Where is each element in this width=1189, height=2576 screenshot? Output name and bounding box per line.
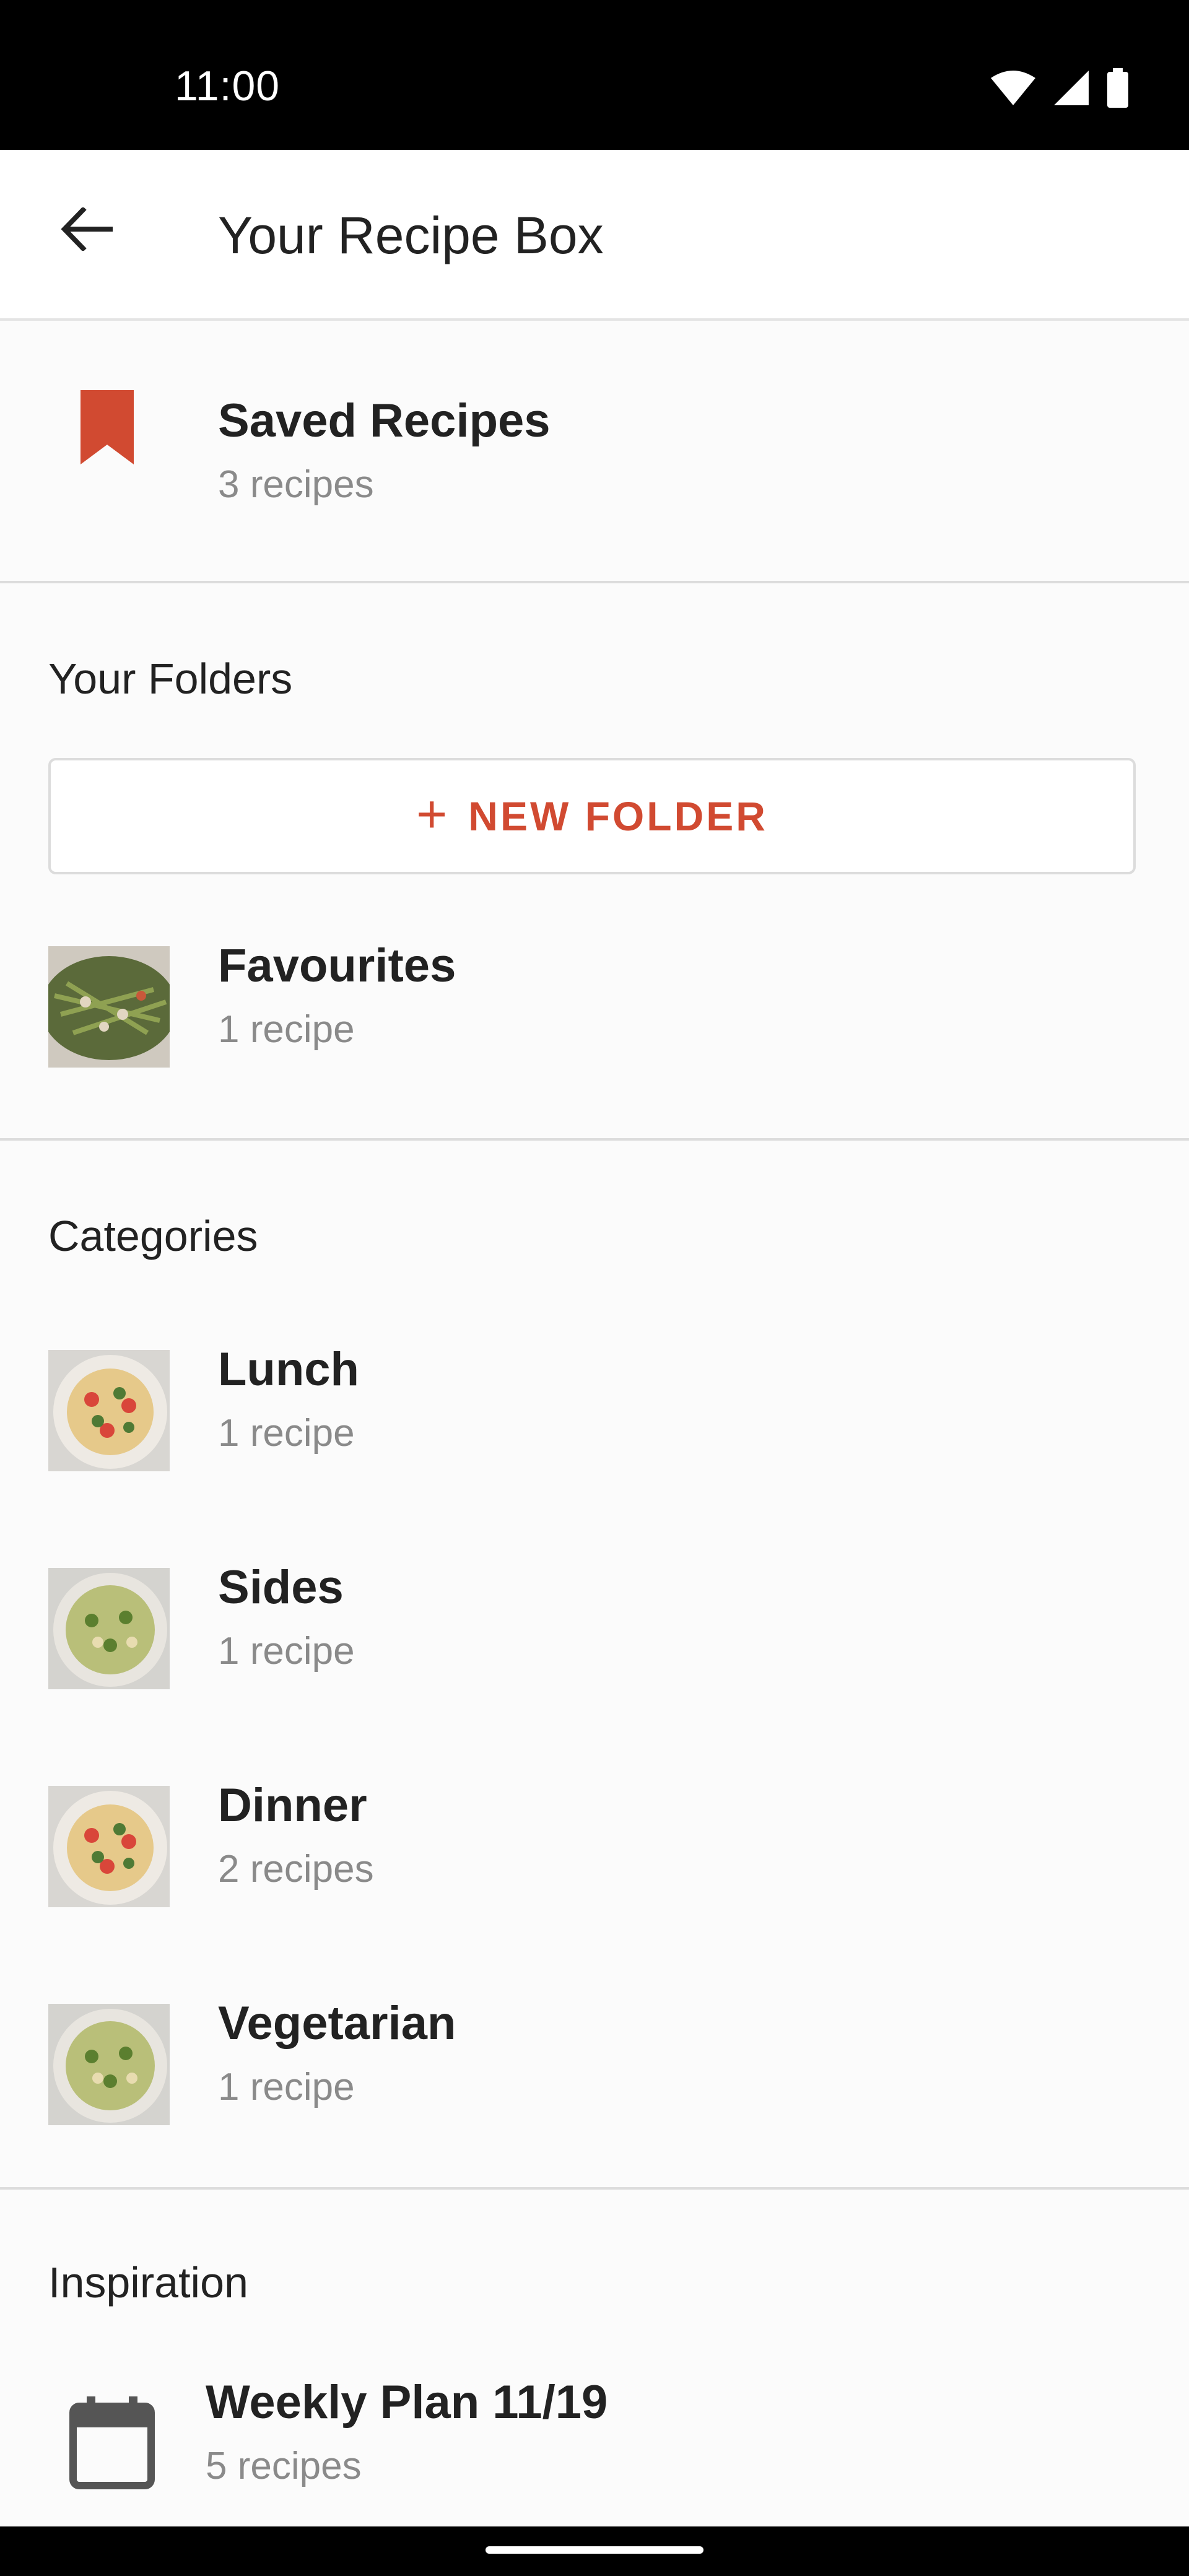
navigation-bar	[0, 2526, 1189, 2576]
recipe-thumbnail	[48, 1350, 170, 1471]
inspiration-item-weekly-plan[interactable]: Weekly Plan 11/19 5 recipes	[0, 2375, 1189, 2526]
bookmark-icon	[81, 390, 134, 468]
category-item-lunch[interactable]: Lunch 1 recipe	[0, 1338, 1189, 1499]
plus-icon: +	[416, 785, 450, 844]
category-count: 1 recipe	[218, 2066, 355, 2108]
categories-section: Categories Lunch 1 recipe Sides 1 recipe…	[0, 1141, 1189, 2190]
wifi-icon	[990, 69, 1037, 110]
category-count: 2 recipes	[218, 1848, 374, 1891]
app-bar: Your Recipe Box	[0, 150, 1189, 321]
category-item-dinner[interactable]: Dinner 2 recipes	[0, 1773, 1189, 1934]
saved-recipes-count: 3 recipes	[218, 463, 374, 506]
new-folder-button[interactable]: + NEW FOLDER	[48, 758, 1136, 874]
back-button[interactable]	[50, 193, 124, 268]
category-item-sides[interactable]: Sides 1 recipe	[0, 1556, 1189, 1717]
inspiration-heading: Inspiration	[48, 2258, 248, 2307]
new-folder-label: NEW FOLDER	[468, 793, 768, 839]
folder-item-favourites[interactable]: Favourites 1 recipe	[0, 934, 1189, 1095]
category-item-vegetarian[interactable]: Vegetarian 1 recipe	[0, 1991, 1189, 2152]
category-title: Vegetarian	[218, 1997, 456, 2050]
signal-icon	[1053, 69, 1090, 110]
category-count: 1 recipe	[218, 1630, 355, 1673]
status-bar: 11:00	[0, 0, 1189, 150]
category-count: 1 recipe	[218, 1412, 355, 1455]
category-title: Sides	[218, 1561, 344, 1614]
arrow-left-icon	[61, 206, 113, 254]
inspiration-count: 5 recipes	[206, 2445, 362, 2487]
saved-recipes-title: Saved Recipes	[218, 394, 551, 447]
recipe-thumbnail	[48, 946, 170, 1068]
inspiration-title: Weekly Plan 11/19	[206, 2376, 608, 2429]
status-icons	[990, 68, 1130, 111]
status-time: 11:00	[175, 63, 281, 110]
category-title: Lunch	[218, 1343, 359, 1396]
folder-title: Favourites	[218, 939, 456, 992]
calendar-icon	[69, 2396, 155, 2492]
recipe-thumbnail	[48, 1568, 170, 1689]
category-title: Dinner	[218, 1779, 367, 1832]
battery-icon	[1106, 68, 1130, 111]
inspiration-section: Inspiration Weekly Plan 11/19 5 recipes	[0, 2190, 1189, 2526]
recipe-thumbnail	[48, 2004, 170, 2125]
page-title: Your Recipe Box	[218, 206, 604, 264]
recipe-thumbnail	[48, 1786, 170, 1907]
folders-section: Your Folders + NEW FOLDER Favourites 1 r…	[0, 583, 1189, 1141]
home-handle[interactable]	[486, 2546, 703, 2554]
folders-heading: Your Folders	[48, 655, 293, 703]
categories-heading: Categories	[48, 1212, 258, 1260]
saved-recipes-row[interactable]: Saved Recipes 3 recipes	[0, 321, 1189, 583]
folder-count: 1 recipe	[218, 1008, 355, 1051]
